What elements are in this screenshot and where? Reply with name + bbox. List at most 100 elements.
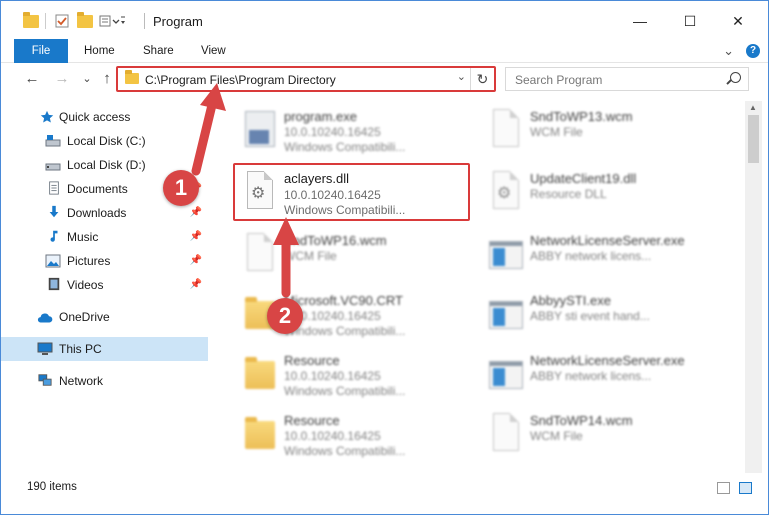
folder-icon	[23, 11, 39, 31]
videos-icon	[48, 277, 60, 291]
search-icon[interactable]	[730, 72, 741, 83]
folder-icon	[241, 351, 275, 395]
sidebar-item-onedrive[interactable]: OneDrive	[1, 305, 208, 329]
file-icon	[487, 107, 521, 151]
step-badge-2: 2	[267, 298, 303, 334]
app-icon	[487, 291, 523, 335]
search-box[interactable]: Search Program	[505, 67, 749, 91]
qa-divider	[45, 13, 46, 29]
file-icon	[487, 411, 521, 455]
file-description: Windows Compatibili...	[284, 384, 406, 398]
file-description: Windows Compatibili...	[284, 444, 406, 458]
properties-icon[interactable]	[54, 11, 70, 31]
navigation-pane: Quick access Local Disk (C:) Local Disk …	[1, 101, 208, 471]
sidebar-item-videos[interactable]: Videos 📌	[1, 273, 208, 297]
title-divider	[144, 13, 145, 29]
large-icons-view-icon[interactable]	[739, 482, 752, 494]
sidebar-item-label: Music	[67, 230, 99, 244]
tab-home[interactable]: Home	[72, 39, 127, 63]
sidebar-item-quick-access[interactable]: Quick access	[1, 105, 208, 129]
scroll-up-icon[interactable]: ▲	[749, 103, 757, 112]
sidebar-item-music[interactable]: Music 📌	[1, 225, 208, 249]
window-title: Program	[153, 14, 203, 29]
pin-icon[interactable]: 📌	[190, 231, 202, 242]
up-button[interactable]: ↑	[98, 69, 116, 89]
file-name: NetworkLicenseServer.exe	[530, 233, 685, 248]
file-item-sndtowp13[interactable]: SndToWP13.wcm WCM File	[477, 101, 717, 163]
pin-icon[interactable]: 📌	[190, 255, 202, 266]
file-item-sndtowp16[interactable]: SndToWP16.wcm WCM File	[231, 225, 471, 287]
file-type: WCM File	[284, 249, 337, 263]
forward-button[interactable]: →	[53, 69, 71, 89]
help-icon[interactable]: ?	[746, 44, 760, 58]
music-icon	[50, 230, 58, 242]
new-folder-icon[interactable]	[77, 11, 93, 31]
file-item-abbyysti[interactable]: AbbyySTI.exe ABBY sti event hand...	[477, 285, 717, 347]
computer-icon	[37, 342, 53, 355]
search-input[interactable]: Search Program	[515, 73, 602, 87]
sidebar-item-local-disk-c[interactable]: Local Disk (C:)	[1, 129, 208, 153]
app-icon	[487, 351, 523, 395]
pictures-icon	[45, 254, 61, 268]
file-name: SndToWP16.wcm	[284, 233, 387, 248]
file-name: Resource	[284, 353, 340, 368]
sidebar-item-label: Local Disk (D:)	[67, 158, 146, 172]
star-icon	[40, 110, 54, 123]
tab-view[interactable]: View	[189, 39, 238, 63]
tab-file[interactable]: File	[14, 39, 68, 63]
sidebar-item-this-pc[interactable]: This PC	[1, 337, 208, 361]
recent-locations-button[interactable]: ⌄	[78, 69, 96, 89]
close-button[interactable]: ✕	[715, 7, 761, 35]
drive-icon	[45, 135, 61, 147]
file-name: Resource	[284, 413, 340, 428]
item-count: 190 items	[27, 481, 77, 493]
folder-icon	[241, 411, 275, 455]
network-icon	[38, 374, 52, 386]
file-name: Microsoft.VC90.CRT	[284, 293, 403, 308]
file-description: ABBY network licens...	[530, 249, 652, 263]
customize-toolbar-icon[interactable]	[99, 11, 125, 31]
vertical-scrollbar[interactable]: ▲	[745, 101, 762, 473]
sidebar-item-label: OneDrive	[59, 310, 110, 324]
file-type: WCM File	[530, 125, 583, 139]
file-item-program-exe[interactable]: program.exe 10.0.10240.16425 Windows Com…	[231, 101, 471, 163]
scrollbar-thumb[interactable]	[748, 115, 759, 163]
sidebar-item-label: Pictures	[67, 254, 111, 268]
pin-icon[interactable]: 📌	[190, 207, 202, 218]
sidebar-item-label: Local Disk (C:)	[67, 134, 146, 148]
address-highlight-box	[116, 66, 496, 92]
file-name: program.exe	[284, 109, 357, 124]
details-view-icon[interactable]	[717, 482, 730, 494]
file-description: Windows Compatibili...	[284, 324, 406, 338]
file-item-resource-1[interactable]: Resource 10.0.10240.16425 Windows Compat…	[231, 345, 471, 407]
status-bar: 190 items	[1, 475, 768, 499]
file-item-networklicenseserver-2[interactable]: NetworkLicenseServer.exe ABBY network li…	[477, 345, 717, 407]
documents-icon	[49, 181, 59, 195]
file-description: Windows Compatibili...	[284, 140, 406, 154]
back-button[interactable]: ←	[23, 69, 41, 89]
tab-share[interactable]: Share	[131, 39, 186, 63]
sidebar-item-label: Network	[59, 374, 104, 388]
file-item-updateclient19[interactable]: UpdateClient19.dll Resource DLL	[477, 163, 717, 225]
step-badge-1: 1	[163, 170, 199, 206]
file-name: UpdateClient19.dll	[530, 171, 637, 186]
file-item-networklicenseserver-1[interactable]: NetworkLicenseServer.exe ABBY network li…	[477, 225, 717, 287]
pin-icon[interactable]: 📌	[190, 279, 202, 290]
file-type: Resource DLL	[530, 187, 607, 201]
file-explorer-window: Program — ☐ ✕ File Home Share View ⌄ ? ←…	[0, 0, 769, 515]
file-item-sndtowp14[interactable]: SndToWP14.wcm WCM File	[477, 405, 717, 467]
file-highlight-box	[233, 163, 470, 221]
file-item-resource-2[interactable]: Resource 10.0.10240.16425 Windows Compat…	[231, 405, 471, 467]
sidebar-item-label: This PC	[59, 342, 102, 356]
sidebar-item-pictures[interactable]: Pictures 📌	[1, 249, 208, 273]
maximize-button[interactable]: ☐	[667, 7, 713, 35]
file-name: SndToWP14.wcm	[530, 413, 633, 428]
file-version: 10.0.10240.16425	[284, 429, 381, 443]
minimize-button[interactable]: —	[617, 7, 663, 35]
sidebar-item-label: Videos	[67, 278, 104, 292]
expand-ribbon-icon[interactable]: ⌄	[723, 43, 734, 59]
sidebar-item-network[interactable]: Network	[1, 369, 208, 393]
title-bar: Program — ☐ ✕	[1, 1, 768, 39]
cloud-icon	[37, 313, 53, 323]
sidebar-item-label: Downloads	[67, 206, 127, 220]
